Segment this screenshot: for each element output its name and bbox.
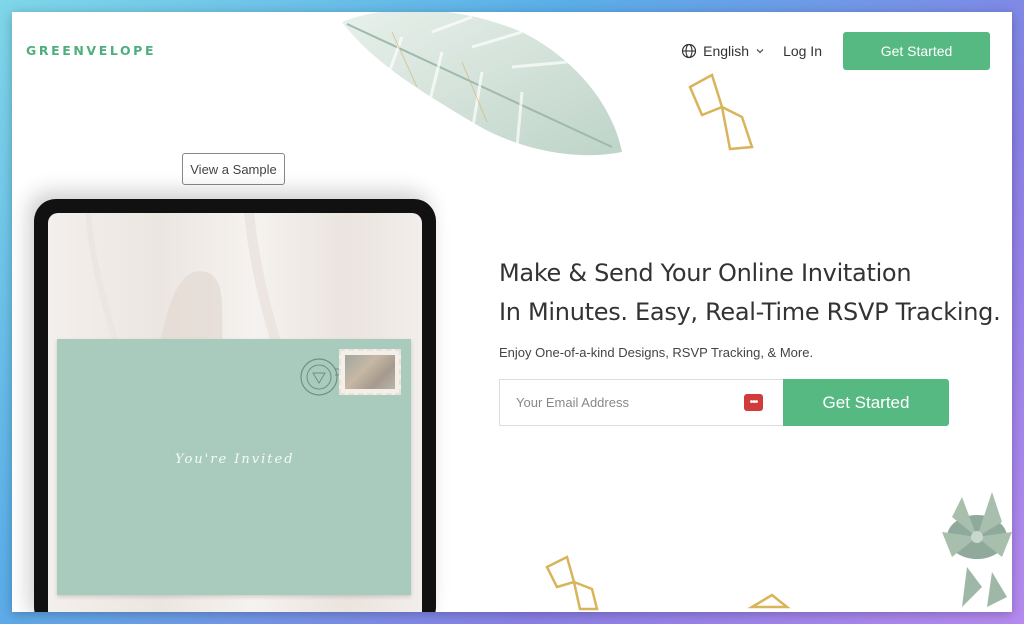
browser-viewport: GREENVELOPE English Log In Get Started V…	[12, 12, 1012, 612]
signup-form: ••• Get Started	[499, 379, 949, 426]
envelope-script-text: You're Invited	[175, 452, 295, 467]
hero-subtitle: Enjoy One-of-a-kind Designs, RSVP Tracki…	[499, 345, 814, 360]
gold-clip-decoration	[545, 555, 599, 611]
succulent-plant-decoration	[942, 492, 1012, 607]
top-nav: English Log In Get Started	[681, 32, 1012, 70]
language-selector[interactable]: English	[681, 43, 765, 59]
envelope-image: You're Invited	[57, 339, 411, 595]
hero-title-line-2: In Minutes. Easy, Real-Time RSVP Trackin…	[499, 298, 1001, 326]
email-field-wrapper: •••	[499, 379, 783, 426]
stamp-image	[339, 349, 401, 395]
tablet-mockup: You're Invited	[34, 199, 436, 612]
wood-texture-decoration	[85, 213, 285, 353]
gold-clip-decoration	[688, 73, 754, 151]
login-link[interactable]: Log In	[783, 43, 822, 59]
header-get-started-button[interactable]: Get Started	[843, 32, 990, 70]
view-sample-button[interactable]: View a Sample	[182, 153, 285, 185]
gold-clip-decoration	[747, 593, 791, 609]
hero-get-started-button[interactable]: Get Started	[783, 379, 949, 426]
postmark-icon	[300, 358, 341, 396]
password-manager-icon[interactable]: •••	[744, 394, 763, 411]
globe-icon	[682, 43, 697, 59]
hero-title-line-1: Make & Send Your Online Invitation	[499, 259, 912, 287]
email-input[interactable]	[516, 395, 716, 410]
language-label: English	[703, 43, 750, 59]
monstera-leaf-decoration	[342, 12, 622, 156]
hero-title: Make & Send Your Online Invitation In Mi…	[499, 254, 1001, 332]
greenvelope-logo[interactable]: GREENVELOPE	[26, 43, 156, 58]
chevron-down-icon	[756, 49, 764, 54]
tablet-screen: You're Invited	[48, 213, 422, 612]
